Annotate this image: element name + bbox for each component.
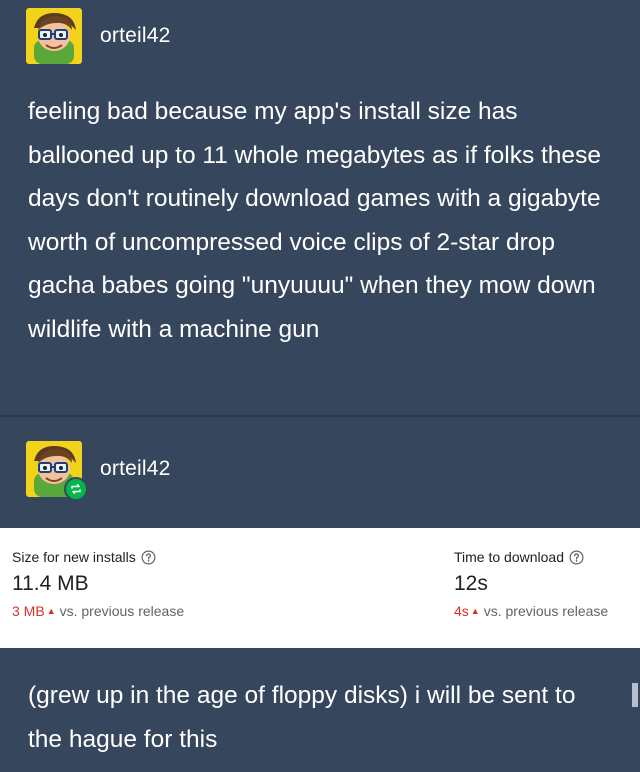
time-value: 12s [454, 572, 488, 595]
help-icon[interactable] [569, 550, 584, 565]
size-change: 3 MB ▲ vs. previous release [12, 603, 184, 619]
post-divider [0, 415, 640, 417]
time-label: Time to download [454, 549, 564, 565]
time-change: 4s ▲ vs. previous release [454, 603, 608, 619]
increase-arrow-icon: ▲ [46, 606, 56, 616]
time-stat: Time to download 12s 4s ▲ vs. previous rel… [454, 549, 608, 619]
size-comparison: vs. previous release [59, 603, 185, 619]
scrollbar-thumb[interactable] [632, 683, 638, 707]
size-delta: 3 MB [12, 603, 45, 619]
avatar[interactable] [26, 8, 82, 64]
avatar[interactable] [26, 441, 88, 501]
help-icon[interactable] [141, 550, 156, 565]
install-stats-card: Size for new installs 11.4 MB 3 MB ▲ vs. p… [0, 528, 640, 648]
time-comparison: vs. previous release [483, 603, 609, 619]
post-text: feeling bad because my app's install siz… [28, 98, 601, 343]
username[interactable]: orteil42 [100, 24, 170, 48]
avatar-image [26, 8, 82, 64]
size-value: 11.4 MB [12, 572, 89, 595]
post-header: orteil42 [26, 8, 170, 64]
size-label: Size for new installs [12, 549, 136, 565]
time-delta: 4s [454, 603, 469, 619]
username[interactable]: orteil42 [100, 457, 170, 481]
size-stat: Size for new installs 11.4 MB 3 MB ▲ vs. p… [12, 549, 184, 619]
reblog-header: orteil42 [26, 441, 170, 501]
time-label-row: Time to download [454, 549, 608, 565]
increase-arrow-icon: ▲ [470, 606, 480, 616]
reblog-text: (grew up in the age of floppy disks) i w… [28, 682, 576, 753]
size-label-row: Size for new installs [12, 549, 184, 565]
reblog-icon [64, 477, 88, 501]
